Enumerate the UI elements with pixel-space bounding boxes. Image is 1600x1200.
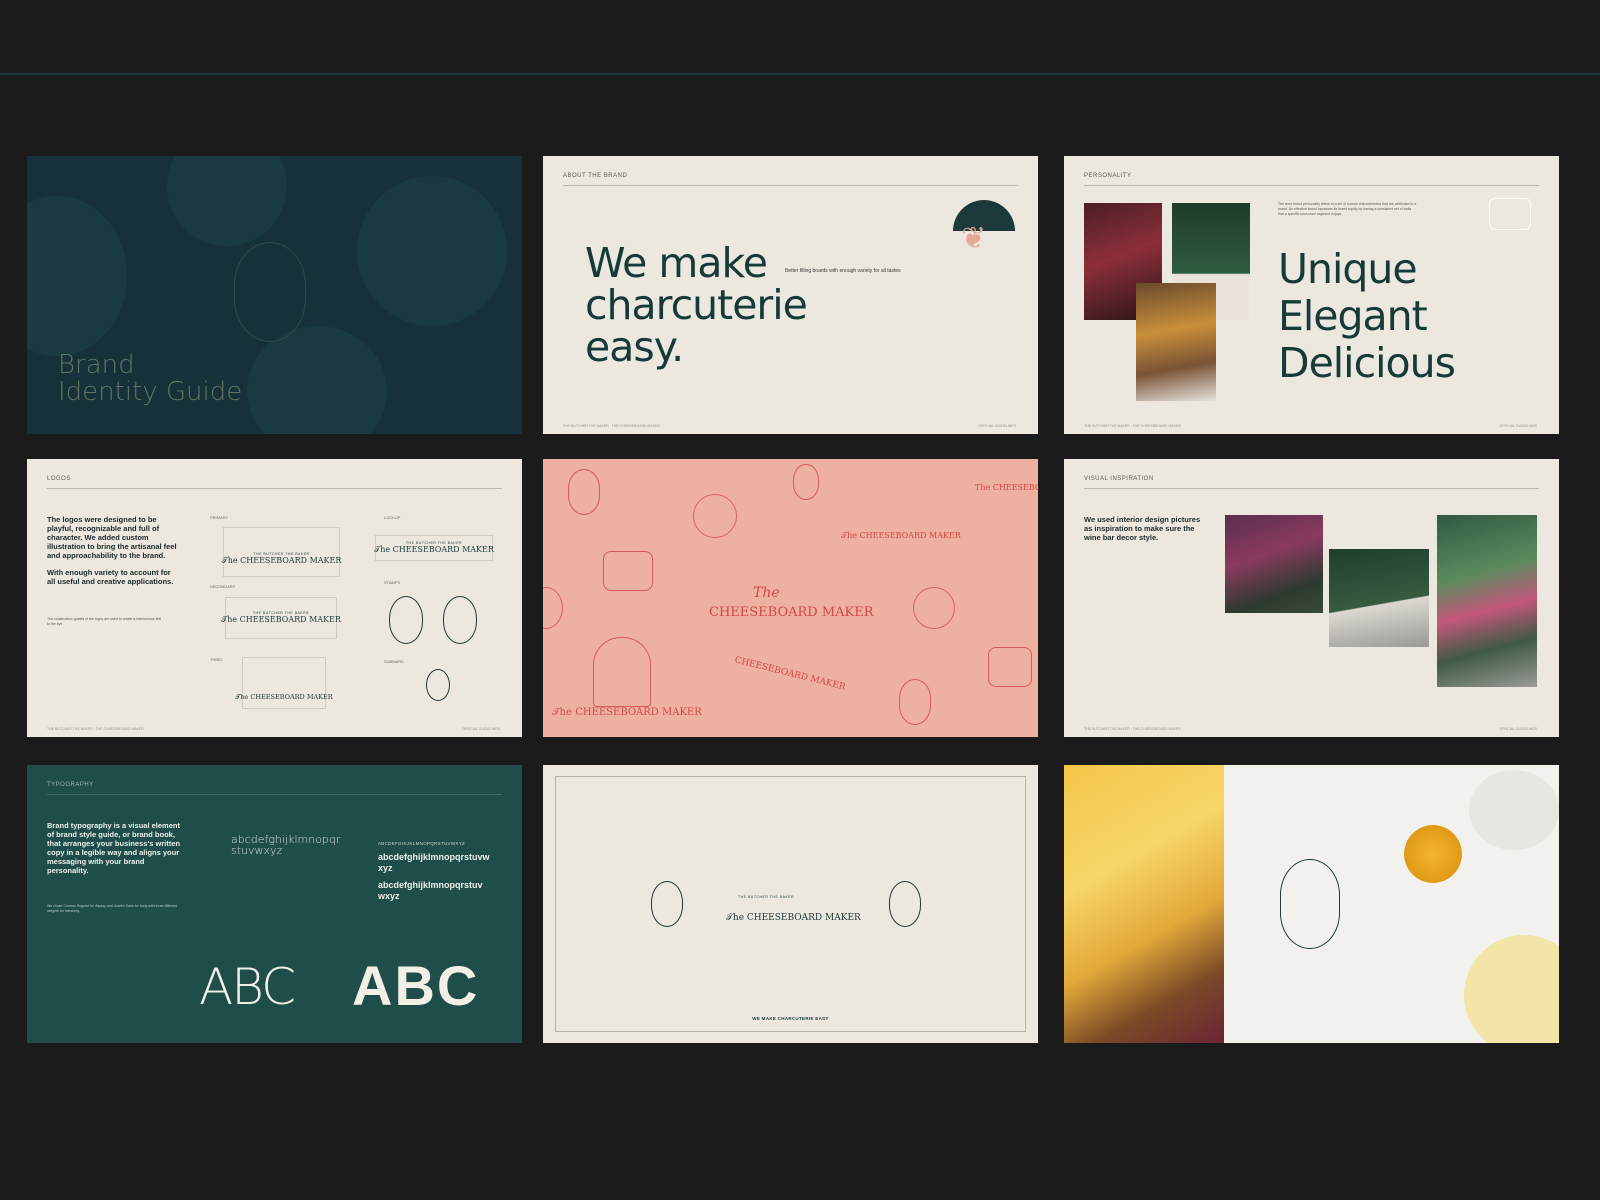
stamp-logo [389,596,423,644]
flamingo-room-photo [1225,515,1323,613]
leaf-pattern [247,326,387,434]
footer-right: OFFICIAL GUIDELINES [978,424,1016,428]
brie-photo [1469,770,1559,850]
top-divider [0,73,1600,75]
logos-fine-print: The construction guides of the logos are… [47,617,162,626]
slide-pattern[interactable]: 𝒯he CHEESEBOARD MAKER The CHEESEBOAR The… [543,459,1038,737]
round-cheese-photo [1464,935,1559,1043]
typography-description: Brand typography is a visual element of … [47,821,181,875]
honey-bowl-photo [1404,825,1462,883]
slide-personality[interactable]: PERSONALITY The term brand personality r… [1064,156,1559,434]
footer-right: OFFICIAL GUIDELINES [462,727,500,731]
logo-third: 𝒯he CHEESEBOARD MAKER [235,657,333,709]
personality-words: Unique Elegant Delicious [1278,245,1456,387]
inspiration-description: We used interior design pictures as insp… [1084,515,1201,542]
board-icon [913,587,955,629]
board-icon [693,494,737,538]
section-header: PERSONALITY [1084,173,1539,186]
green-wallpaper-photo [1329,549,1429,647]
personality-note: The term brand personality refers to a s… [1278,202,1417,216]
label-secondary: SECONDARY [210,584,236,589]
logo-primary: THE BUTCHER THE BAKER 𝒯he CHEESEBOARD MA… [222,527,341,577]
footer-left: THE BUTCHER THE BAKER · THE CHEESEBOARD … [1084,727,1181,731]
leaf-icon: ❦ [961,222,987,255]
footer-left: THE BUTCHER THE BAKER · THE CHEESEBOARD … [47,727,144,731]
label-primary: PRIMARY [210,515,229,520]
pattern-arc-wordmark: CHEESEBOARD MAKER [733,655,847,693]
about-headline: We make charcuterie easy. [585,239,808,371]
board-icon [543,587,563,629]
slide-lockup[interactable]: THE BUTCHER THE BAKER 𝒯he CHEESEBOARD MA… [543,765,1038,1043]
slide-logos[interactable]: LOGOS The logos were designed to be play… [27,459,522,737]
section-header: LOGOS [47,476,502,489]
photo-logo-badge [1280,859,1340,949]
body-font-abc: ABC [352,954,480,1017]
leaf-pattern [27,196,127,356]
display-font-sample: abcdefghijklmnopqr stuvwxyz [231,833,341,857]
stamp-icon [899,679,931,725]
slide-cheese-photo[interactable] [1064,765,1559,1043]
section-header: VISUAL INSPIRATION [1084,476,1539,489]
logo-secondary: THE BUTCHER THE BAKER 𝒯he CHEESEBOARD MA… [221,597,341,639]
stamp-logo [443,596,477,644]
cheese-icon [1489,198,1531,230]
cheese-board-photo [1136,283,1216,401]
slide-inspiration[interactable]: VISUAL INSPIRATION We used interior desi… [1064,459,1559,737]
slide-about[interactable]: ABOUT THE BRAND ❦ We make charcuterie ea… [543,156,1038,434]
arch-logo [593,637,651,707]
stamp-icon [793,464,819,500]
section-header: ABOUT THE BRAND [563,173,1018,186]
slide-cover[interactable]: Brand Identity Guide [27,156,522,434]
logo-lockup: THE BUTCHER THE BAKER 𝒯he CHEESEBOARD MA… [374,535,494,561]
label-third: THIRD [210,657,223,662]
about-tagline: Better filling boards with enough variet… [785,268,901,274]
footer-right: OFFICIAL GUIDELINES [1499,727,1537,731]
pattern-bottom-wordmark: 𝒯he CHEESEBOARD MAKER [552,707,702,718]
label-submark: SUBMARK [384,659,404,664]
cover-title: Brand Identity Guide [58,350,243,407]
leaf-pattern [357,176,507,326]
leaf-pattern [167,156,287,246]
display-font-abc: ABC [199,958,296,1016]
lockup-wordmark: 𝒯he CHEESEBOARD MAKER [726,913,861,923]
stamp-icon [568,469,600,515]
pattern-wordmark: 𝒯he CHEESEBOARD MAKER [841,531,961,540]
body-font-lowercase-bold: abcdefghijklmnopqrstuv wxyz [378,880,483,901]
footer-right: OFFICIAL GUIDELINES [1499,424,1537,428]
label-stamps: STAMPS [384,580,401,585]
cheese-wedge-photo [1064,765,1224,1043]
footer-left: THE BUTCHER THE BAKER · THE CHEESEBOARD … [1084,424,1181,428]
meat-slicer-icon [988,647,1032,687]
footer-left: THE BUTCHER THE BAKER · THE CHEESEBOARD … [563,424,660,428]
pattern-wordmark-corner: The CHEESEBOAR [975,483,1038,492]
jungle-room-photo [1437,515,1537,687]
label-lockup: LOCKUP [384,515,401,520]
stamp-logo-left [651,881,683,927]
slide-typography[interactable]: TYPOGRAPHY Brand typography is a visual … [27,765,522,1043]
body-font-uppercase: ABCDEFGHIJKLMNOPQRSTUVWXYZ [378,841,466,846]
pattern-main-wordmark: CHEESEBOARD MAKER [709,605,874,620]
meat-slicer-icon [603,551,653,591]
section-header: TYPOGRAPHY [47,782,502,795]
submark-logo [426,669,450,701]
logos-description: The logos were designed to be playful, r… [47,515,177,586]
lockup-butcher-baker: THE BUTCHER THE BAKER [738,895,795,899]
lockup-slogan: WE MAKE CHARCUTERIE EASY [752,1016,829,1021]
body-font-lowercase: abcdefghijklmnopqrstuvw xyz [378,852,490,873]
slide-frame [555,776,1026,1032]
stamp-logo-right [889,881,921,927]
typography-fine-print: We chose Cormac Regular for display and … [47,904,178,913]
logo-badge [234,242,306,342]
pattern-the: The [753,585,780,601]
